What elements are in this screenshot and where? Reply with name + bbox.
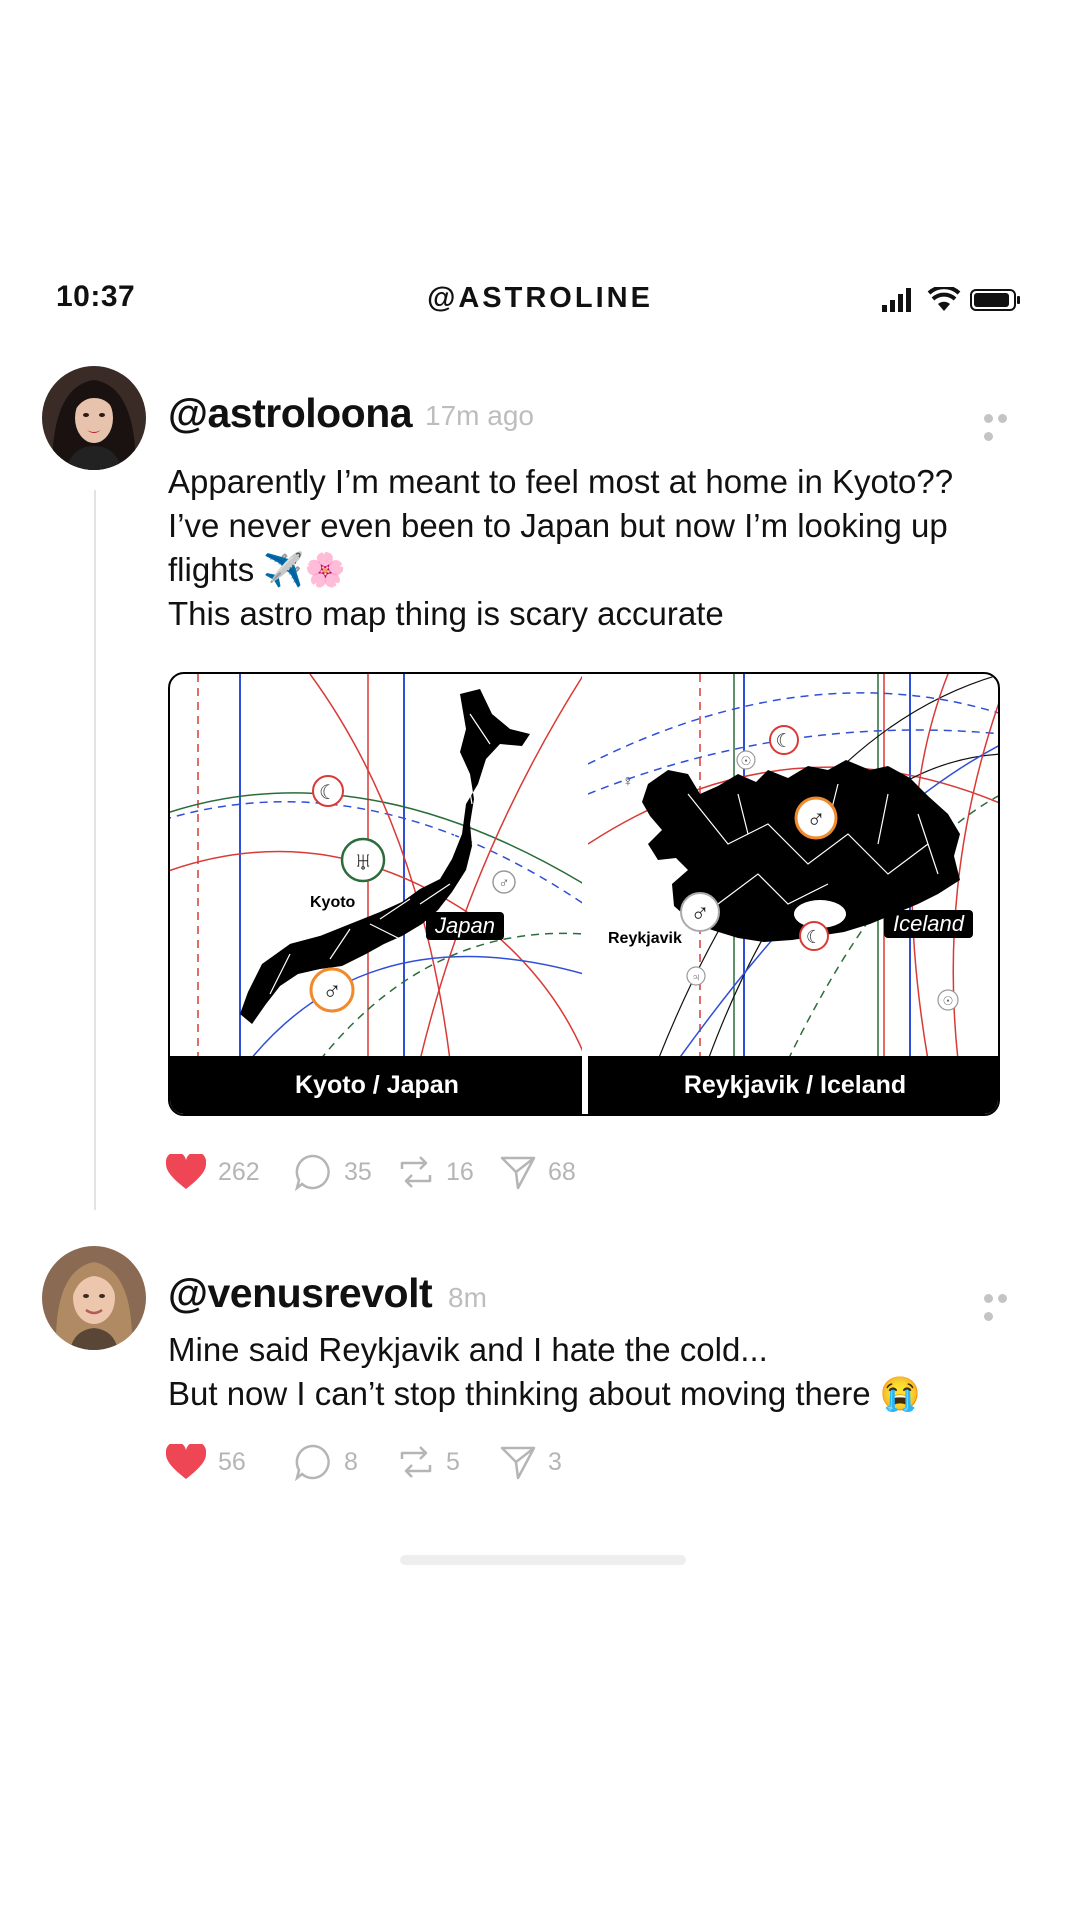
share-icon [500, 1446, 536, 1480]
post-2-text: Mine said Reykjavik and I hate the cold.… [168, 1328, 1028, 1416]
repost-icon [400, 1446, 432, 1478]
repost-icon [400, 1156, 432, 1188]
map-city-kyoto: Kyoto [310, 894, 356, 911]
repost-count: 5 [446, 1447, 460, 1476]
post-2-handle[interactable]: @venusrevolt [168, 1270, 433, 1317]
post-1-line-4: This astro map thing is scary accurate [168, 595, 724, 632]
svg-text:♀: ♀ [622, 773, 634, 790]
svg-text:♂: ♂ [806, 804, 826, 834]
post-1-line-1: Apparently I’m meant to feel most at hom… [168, 463, 954, 500]
svg-text:♂: ♂ [498, 875, 509, 892]
repost-button[interactable]: 16 [398, 1150, 474, 1194]
svg-text:☉: ☉ [943, 994, 954, 1008]
like-button[interactable]: 262 [166, 1150, 260, 1194]
map-tag-iceland: Iceland [884, 910, 973, 938]
caption-kyoto-japan: Kyoto / Japan [170, 1056, 584, 1114]
battery-icon [970, 289, 1020, 311]
comment-count: 35 [344, 1157, 372, 1186]
more-icon[interactable] [984, 410, 1022, 441]
japan-map: ☾ ♅ ♂ ♂ [170, 674, 584, 1060]
svg-text:♃: ♃ [692, 970, 701, 984]
post-1-media[interactable]: ☾ ♅ ♂ ♂ Kyoto Japan Kyoto / Japan ☾ ☉ ♀ … [168, 672, 1000, 1116]
share-button[interactable]: 3 [500, 1440, 562, 1484]
post-2-actions: 56 8 5 3 [166, 1440, 666, 1484]
like-count: 262 [218, 1157, 260, 1186]
comment-icon [294, 1154, 330, 1191]
more-icon[interactable] [984, 1290, 1022, 1321]
post-1-text: Apparently I’m meant to feel most at hom… [168, 460, 1028, 636]
map-panel-japan[interactable]: ☾ ♅ ♂ ♂ Kyoto Japan Kyoto / Japan [170, 674, 584, 1114]
avatar-astroloona[interactable] [42, 366, 146, 470]
svg-text:☉: ☉ [741, 754, 752, 768]
svg-text:☾: ☾ [775, 731, 792, 752]
svg-text:☾: ☾ [806, 927, 822, 947]
post-1-line-2: I’ve never even been to Japan but now I’… [168, 507, 948, 544]
comment-button[interactable]: 35 [294, 1150, 372, 1194]
share-count: 68 [548, 1157, 576, 1186]
post-1-actions: 262 35 16 68 [166, 1150, 666, 1194]
map-tag-japan: Japan [426, 912, 504, 940]
svg-text:♅: ♅ [353, 846, 373, 876]
like-count: 56 [218, 1447, 246, 1476]
share-count: 3 [548, 1447, 562, 1476]
repost-count: 16 [446, 1157, 474, 1186]
comment-button[interactable]: 8 [294, 1440, 358, 1484]
post-2-time: 8m [448, 1282, 487, 1313]
avatar-venusrevolt[interactable] [42, 1246, 146, 1350]
home-indicator[interactable] [400, 1555, 686, 1565]
post-1-line-3: flights ✈️🌸 [168, 551, 346, 588]
heart-icon [166, 1444, 206, 1479]
share-icon [500, 1156, 536, 1190]
svg-text:♂: ♂ [322, 976, 342, 1006]
thread-line [94, 490, 96, 1210]
comment-icon [294, 1444, 330, 1481]
repost-button[interactable]: 5 [398, 1440, 460, 1484]
post-2-line-1: Mine said Reykjavik and I hate the cold.… [168, 1331, 768, 1368]
status-icons [882, 285, 1022, 313]
map-panel-iceland[interactable]: ☾ ☉ ♀ ♂ ♂ ☾ ☉ ♃ Reykjavik Iceland Reykja… [588, 674, 998, 1114]
post-1-time: 17m ago [425, 400, 534, 431]
svg-text:☾: ☾ [319, 782, 337, 804]
iceland-map: ☾ ☉ ♀ ♂ ♂ ☾ ☉ ♃ [588, 674, 998, 1060]
post-1-handle[interactable]: @astroloona [168, 390, 413, 437]
post-2-line-2: But now I can’t stop thinking about movi… [168, 1375, 921, 1412]
heart-icon [166, 1154, 206, 1189]
caption-reykjavik-iceland: Reykjavik / Iceland [588, 1056, 998, 1114]
map-city-reykjavik: Reykjavik [608, 930, 682, 947]
svg-text:♂: ♂ [690, 898, 710, 928]
share-button[interactable]: 68 [500, 1150, 576, 1194]
like-button[interactable]: 56 [166, 1440, 246, 1484]
wifi-icon [927, 285, 961, 311]
comment-count: 8 [344, 1447, 358, 1476]
signal-icon [882, 288, 911, 312]
